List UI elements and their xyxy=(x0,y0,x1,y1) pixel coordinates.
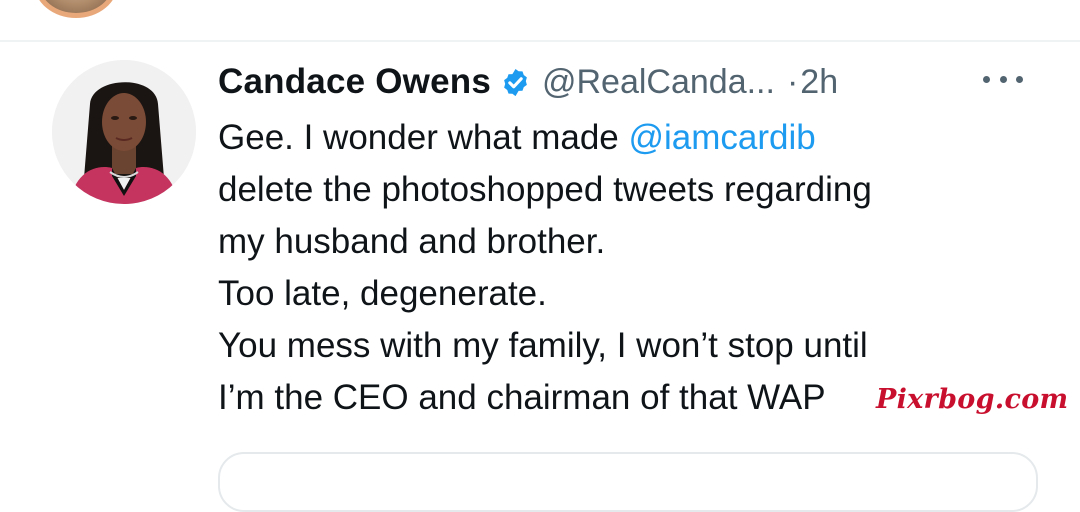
more-options-icon[interactable] xyxy=(983,72,1023,86)
tweet-header: Candace Owens @RealCanda... · 2h xyxy=(218,60,838,104)
more-dot xyxy=(983,75,990,83)
mention-link[interactable]: @iamcardib xyxy=(629,118,816,157)
previous-tweet-avatar[interactable] xyxy=(34,0,118,18)
tweet-text: Gee. I wonder what made @iamcardib delet… xyxy=(218,112,1058,424)
more-dot xyxy=(999,75,1007,83)
author-name[interactable]: Candace Owens xyxy=(218,62,491,102)
tweet-line-2: delete the photoshopped tweets regarding xyxy=(218,170,872,209)
author-handle[interactable]: @RealCanda... xyxy=(542,63,775,102)
verified-badge-icon xyxy=(500,67,531,98)
tweet-text-segment: Gee. I wonder what made xyxy=(218,118,629,157)
header-separator: · xyxy=(786,62,799,101)
tweet-line-4: Too late, degenerate. xyxy=(218,274,547,313)
quoted-card[interactable] xyxy=(218,452,1038,512)
tweet-line-3: my husband and brother. xyxy=(218,222,606,261)
tweet-line-5: You mess with my family, I won’t stop un… xyxy=(218,326,868,365)
tweet-timestamp[interactable]: 2h xyxy=(800,63,838,102)
more-dot xyxy=(1016,75,1023,83)
author-avatar-image xyxy=(52,60,196,204)
watermark-text: Pixrbog.com xyxy=(876,384,1069,415)
author-avatar[interactable] xyxy=(52,60,196,204)
tweet-line-1: Gee. I wonder what made @iamcardib xyxy=(218,112,1058,164)
